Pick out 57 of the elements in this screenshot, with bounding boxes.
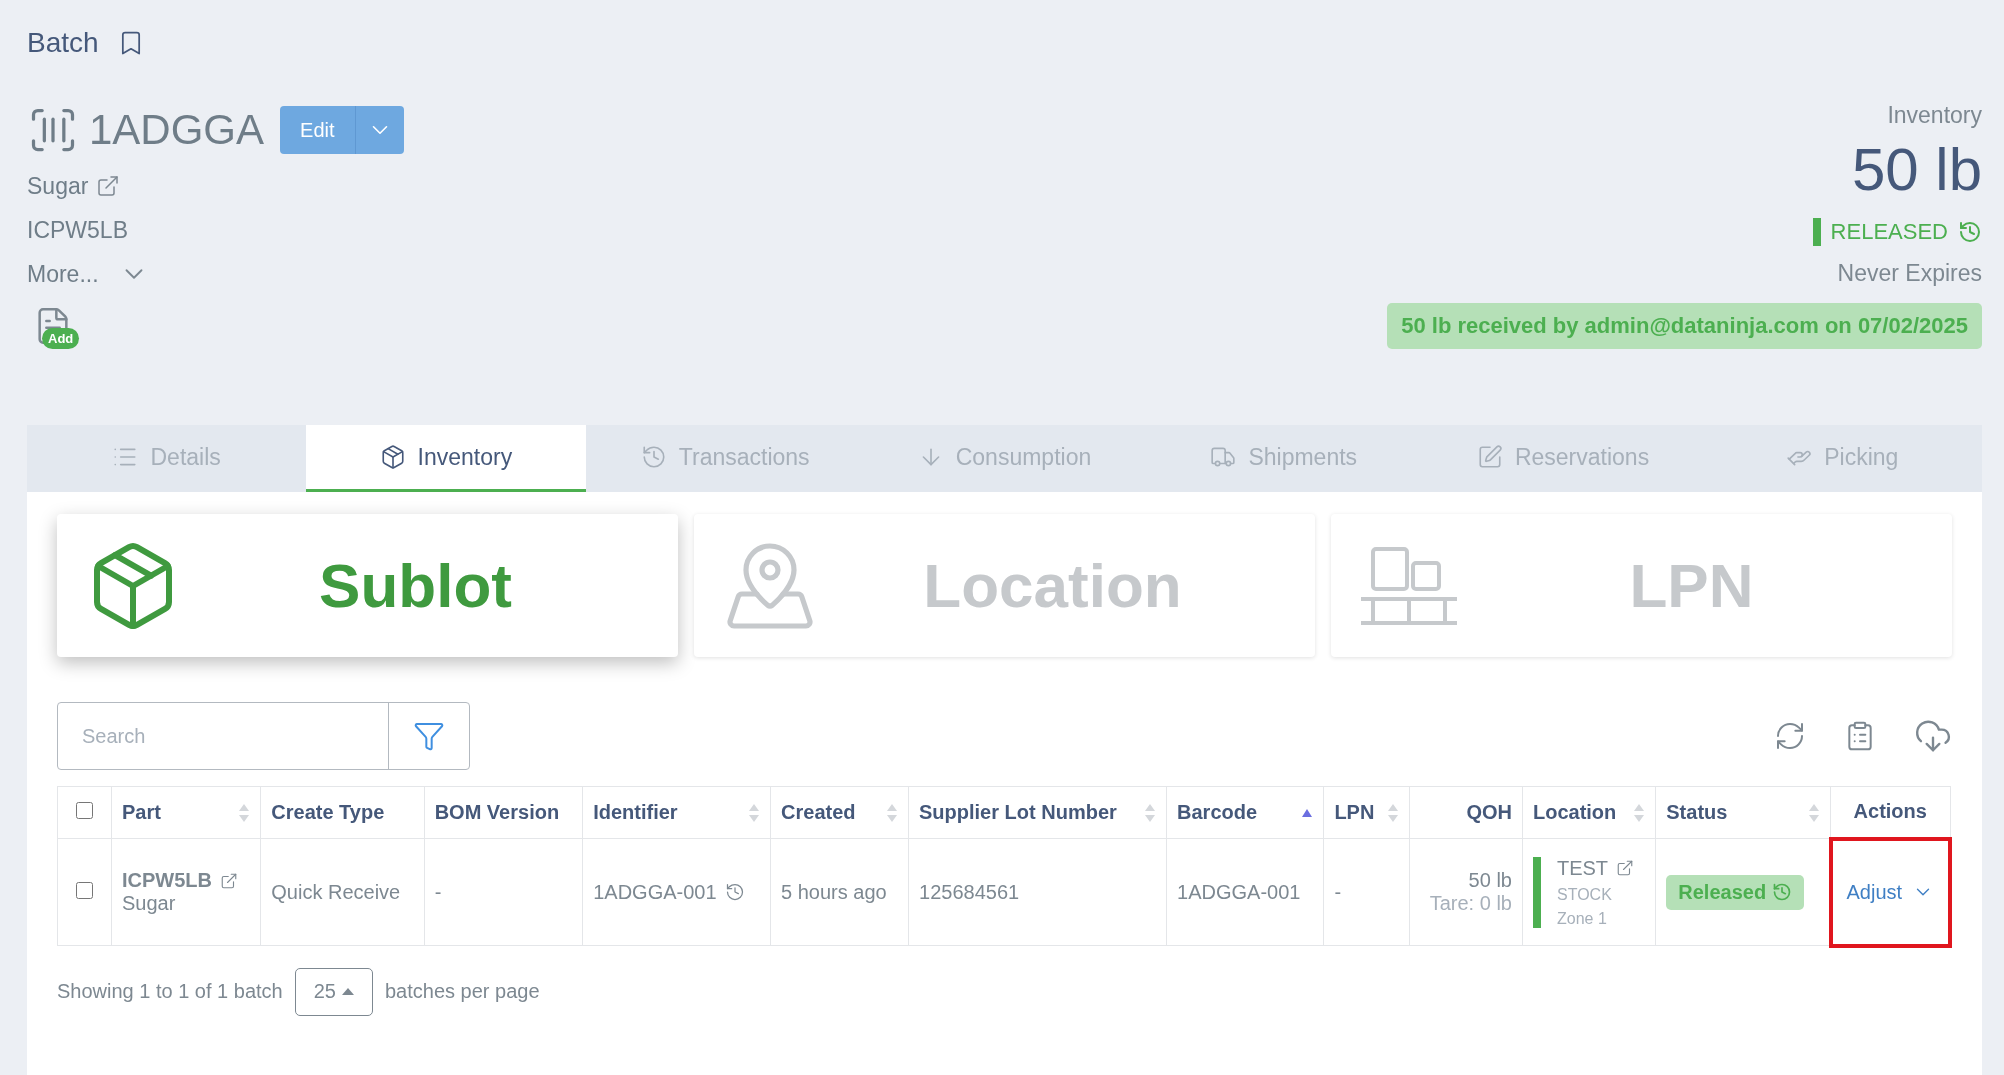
history-icon (640, 444, 667, 470)
tab[interactable]: Inventory (306, 425, 586, 492)
column-header: Actions (1853, 800, 1927, 824)
search-field[interactable]: Search (57, 702, 470, 770)
column-header[interactable]: Part (122, 801, 161, 824)
external-link-icon[interactable] (96, 174, 121, 198)
filter-icon (413, 720, 445, 752)
part-code: ICPW5LB (27, 216, 128, 244)
inventory-label: Inventory (1887, 102, 1982, 129)
history-icon[interactable] (724, 882, 745, 902)
showing-text: Showing 1 to 1 of 1 batch (57, 980, 283, 1003)
barcode: 1ADGGA-001 (1177, 880, 1301, 903)
inventory-quantity: 50 lb (1851, 135, 1982, 204)
more-toggle[interactable]: More... (27, 260, 99, 288)
batch-code: 1ADGGA (89, 106, 265, 154)
history-icon (1772, 882, 1793, 902)
view-card[interactable]: Sublot (57, 514, 678, 657)
refresh-button[interactable] (1774, 720, 1806, 752)
part-link[interactable]: ICPW5LB (122, 869, 212, 892)
location-type: STOCK (1556, 885, 1613, 904)
tare: Tare: 0 lb (1428, 892, 1512, 915)
pallet-icon (1359, 544, 1459, 627)
expiry-text: Never Expires (1837, 260, 1982, 287)
column-header[interactable]: Identifier (593, 801, 678, 824)
quantity: 50 lb (1467, 869, 1512, 892)
history-icon[interactable] (1958, 220, 1982, 244)
lpn: - (1334, 880, 1342, 903)
location-link[interactable]: TEST (1556, 856, 1609, 880)
column-header[interactable]: Status (1666, 801, 1728, 824)
edit-button[interactable]: Edit (280, 106, 356, 154)
part-name: Sugar (122, 892, 177, 915)
part-name: Sugar (27, 172, 89, 200)
create-type: Quick Receive (271, 880, 401, 903)
external-link-icon[interactable] (1616, 859, 1635, 877)
page-size-select[interactable]: 25 (294, 967, 373, 1016)
supplier-lot: 125684561 (919, 880, 1020, 903)
adjust-button[interactable]: Adjust (1846, 880, 1934, 904)
bom-version: - (434, 880, 442, 903)
status-bar (1812, 218, 1821, 246)
pen-icon (1476, 444, 1503, 470)
page-title: Batch (27, 27, 99, 59)
received-note: 50 lb received by admin@dataninja.com on 07/02/2025 (1387, 303, 1982, 349)
location-bar (1532, 856, 1541, 928)
per-page-text: batches per page (384, 980, 540, 1003)
column-header: Create Type (271, 801, 385, 824)
add-document-button[interactable]: Add (27, 302, 79, 352)
created-time: 5 hours ago (781, 880, 887, 903)
sort-ascending-icon[interactable] (1301, 807, 1314, 818)
identifier: 1ADGGA-001 (593, 880, 717, 904)
status-text: RELEASED (1830, 219, 1948, 245)
column-header: QOH (1466, 801, 1512, 824)
row-checkbox[interactable] (76, 881, 93, 899)
status-badge: Released (1666, 874, 1805, 910)
external-link-icon[interactable] (220, 871, 238, 890)
column-header: BOM Version (434, 801, 560, 824)
select-all-checkbox[interactable] (76, 802, 93, 819)
location-zone: Zone 1 (1556, 909, 1608, 928)
